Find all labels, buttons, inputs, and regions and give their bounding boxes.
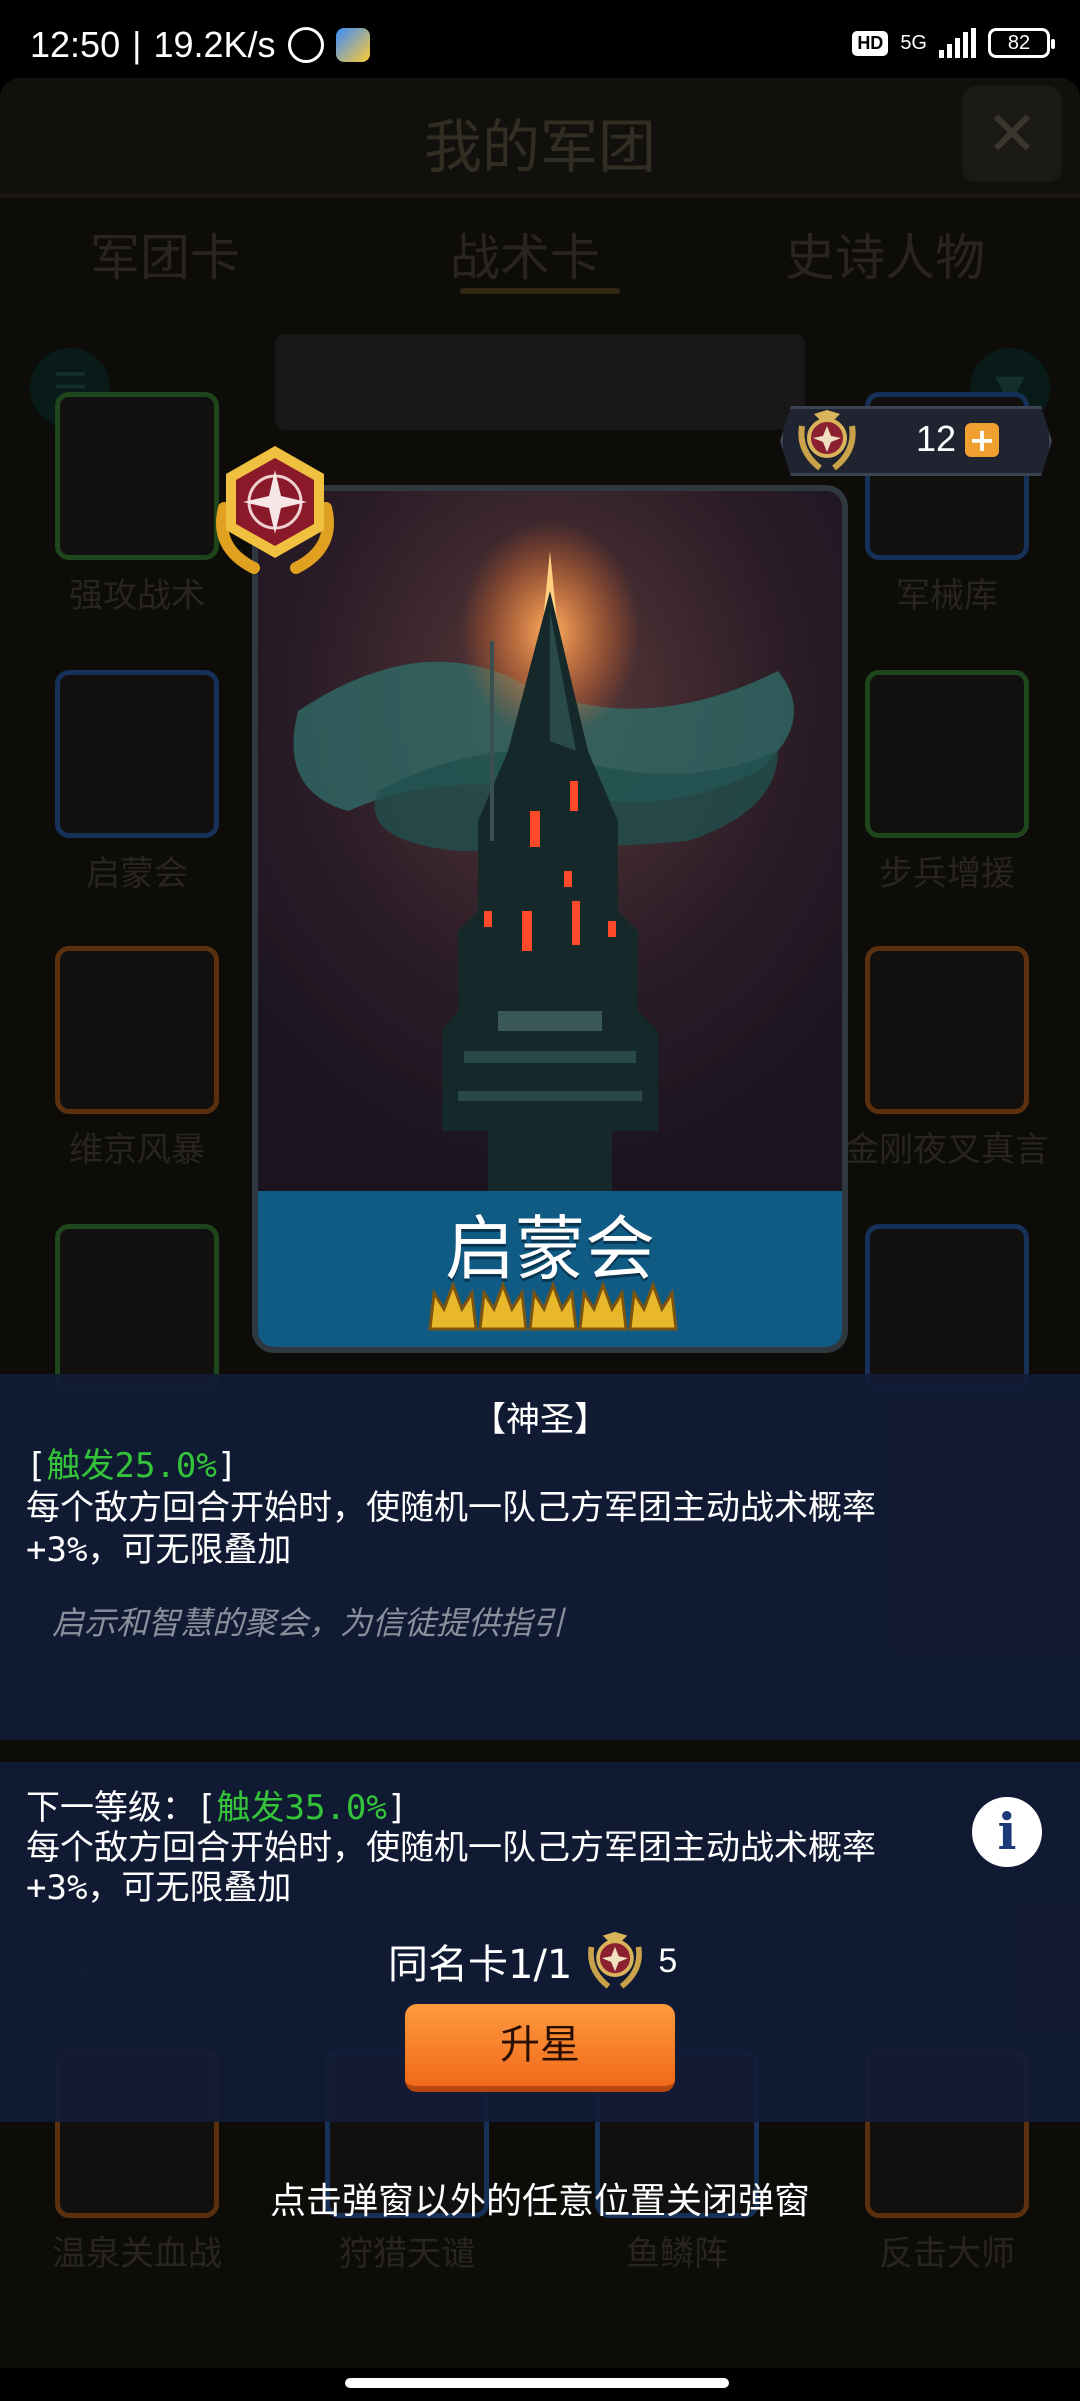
laurel-medal-icon [588, 1931, 643, 1989]
next-effect-line-1: 每个敌方回合开始时，使随机一队己方军团主动战术概率 [26, 1828, 876, 1868]
rarity-label: 【神圣】 [472, 1400, 608, 1440]
network-type: 5G [900, 31, 927, 54]
add-medal-button[interactable]: + [965, 423, 999, 457]
laurel-medal-icon [798, 410, 856, 471]
star-crowns [428, 1280, 678, 1331]
crown-star-icon [578, 1280, 628, 1331]
compass-star-badge-icon [216, 446, 334, 574]
trigger-line: [触发25.0%] [26, 1446, 238, 1486]
crown-star-icon [528, 1280, 578, 1331]
crown-star-icon [478, 1280, 528, 1331]
tactic-card: 启蒙会 [252, 485, 848, 1353]
crown-star-icon [628, 1280, 678, 1331]
network-speed: 19.2K/s [153, 24, 276, 65]
next-level-line: 下一等级：[触发35.0%] [26, 1788, 408, 1828]
medal-count: 12 [916, 418, 957, 459]
next-effect-line-2: +3%，可无限叠加 [26, 1868, 292, 1908]
card-art-dark-tower [258, 491, 842, 1191]
upgrade-star-button[interactable]: 升星 [405, 2004, 675, 2092]
crown-star-icon [428, 1280, 478, 1331]
next-trigger-chance: 触发35.0% [216, 1788, 387, 1828]
signal-icon [939, 28, 976, 58]
status-left: 12:50 | 19.2K/s [30, 24, 370, 66]
info-icon[interactable]: i [972, 1797, 1042, 1867]
effect-line-2: +3%，可无限叠加 [26, 1530, 292, 1570]
alarm-icon [287, 27, 324, 63]
hd-badge: HD [852, 30, 889, 56]
upgrade-cost: 5 [658, 1941, 678, 1980]
clock: 12:50 [30, 24, 121, 65]
effect-line-1: 每个敌方回合开始时，使随机一队己方军团主动战术概率 [26, 1488, 876, 1528]
flavor-text: 启示和智慧的聚会，为信徒提供指引 [52, 1604, 565, 1642]
duplicate-count-label: 同名卡1/1 [388, 1942, 573, 1988]
close-hint: 点击弹窗以外的任意位置关闭弹窗 [269, 2181, 810, 2222]
home-indicator[interactable] [345, 2378, 729, 2388]
duplicate-card-row: 同名卡1/1 5 [388, 1928, 677, 1994]
status-right: HD 5G 82 [852, 28, 1055, 58]
battery-icon: 82 [988, 28, 1055, 58]
trigger-chance: 触发25.0% [46, 1446, 217, 1486]
app-notification-icon [335, 28, 370, 62]
